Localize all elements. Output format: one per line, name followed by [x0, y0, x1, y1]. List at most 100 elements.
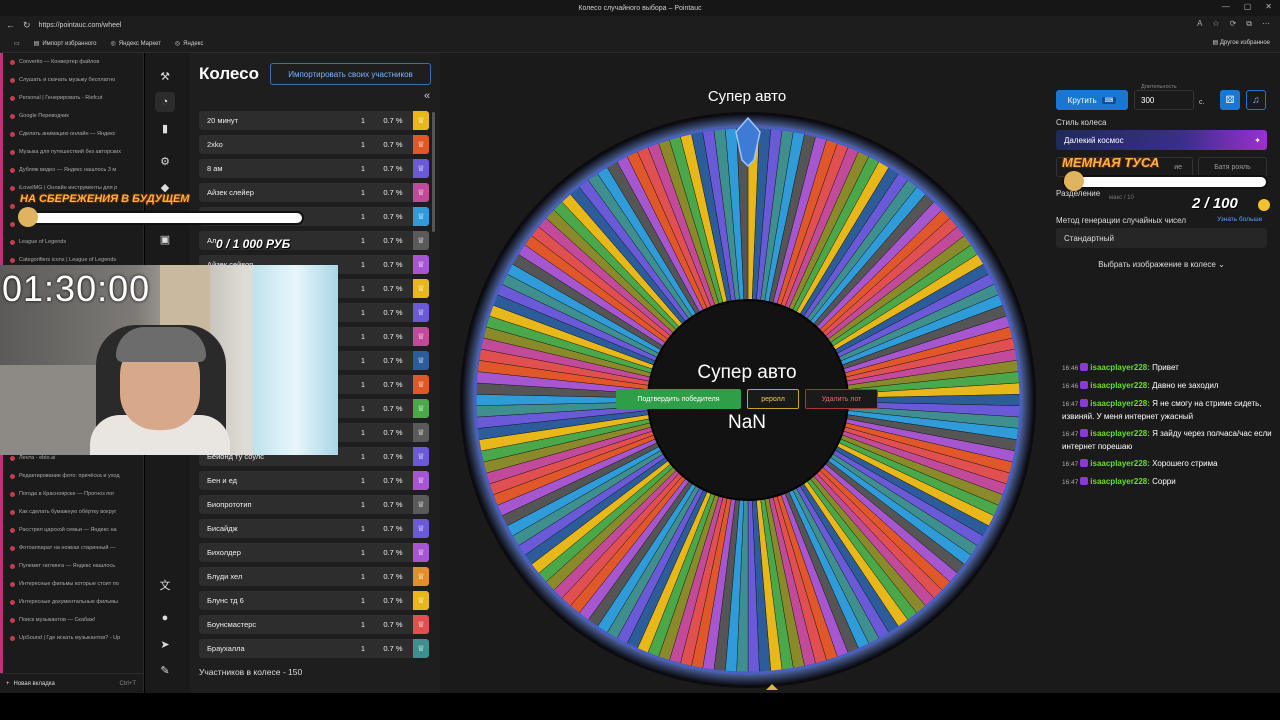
lot-menu-icon[interactable]: ♕: [413, 207, 429, 226]
lot-menu-icon[interactable]: ♕: [413, 423, 429, 442]
reload-icon[interactable]: ↻: [23, 20, 31, 31]
history-item[interactable]: Convertio — Конвертер файлов: [0, 53, 143, 71]
lot-menu-icon[interactable]: ♕: [413, 399, 429, 418]
edit-icon[interactable]: ✎: [155, 660, 175, 680]
read-icon[interactable]: A: [1197, 19, 1202, 29]
dice-icon[interactable]: ⚄: [1220, 90, 1240, 110]
lot-amount: 1: [360, 404, 366, 413]
auction-icon[interactable]: ⚒: [155, 66, 175, 86]
lot-row[interactable]: Браухалла 1 0.7 % ♕: [199, 639, 429, 658]
history-item[interactable]: Расстрел царской семьи — Яндекс на: [0, 521, 143, 539]
refresh-icon[interactable]: ⟳: [1230, 19, 1237, 29]
history-item[interactable]: Google Переводчик: [0, 107, 143, 125]
rng-select[interactable]: Стандартный: [1056, 228, 1267, 248]
history-item[interactable]: Сделать анимацию онлайн — Яндекс: [0, 125, 143, 143]
history-item[interactable]: UpSound | Где искать музыкантов? - Up: [0, 629, 143, 647]
stats-icon[interactable]: ▮: [155, 118, 175, 138]
lot-menu-icon[interactable]: ♕: [413, 543, 429, 562]
lot-menu-icon[interactable]: ♕: [413, 279, 429, 298]
telegram-icon[interactable]: ➤: [155, 634, 175, 654]
history-item[interactable]: Интересные фильмы которые стоит по: [0, 575, 143, 593]
lot-menu-icon[interactable]: ♕: [413, 351, 429, 370]
lot-percent: 0.7 %: [383, 572, 403, 581]
lot-menu-icon[interactable]: ♕: [413, 567, 429, 586]
wheel-style-select[interactable]: Далекий космос ✦: [1056, 130, 1267, 150]
history-item[interactable]: Фотоаппарат на ножках старинный —: [0, 539, 143, 557]
lot-row[interactable]: Бисайдж 1 0.7 % ♕: [199, 519, 429, 538]
lot-menu-icon[interactable]: ♕: [413, 447, 429, 466]
minimize-icon[interactable]: —: [1222, 2, 1230, 11]
badge-icon: [1080, 363, 1089, 371]
confirm-winner-button[interactable]: Подтвердить победителя: [616, 389, 741, 409]
history-item[interactable]: League of Legends: [0, 233, 143, 251]
lot-menu-icon[interactable]: ♕: [413, 327, 429, 346]
duration-input[interactable]: 300: [1134, 90, 1194, 110]
lot-row[interactable]: Бихолдер 1 0.7 % ♕: [199, 543, 429, 562]
lot-row[interactable]: Блунс тд 6 1 0.7 % ♕: [199, 591, 429, 610]
collapse-icon[interactable]: «: [424, 90, 430, 102]
wheel-image-select[interactable]: Выбрать изображение в колесе ⌄: [1056, 260, 1267, 269]
close-icon[interactable]: ✕: [1265, 2, 1272, 11]
history-item[interactable]: Как сделать бумажную обёртку вокруг: [0, 503, 143, 521]
lot-menu-icon[interactable]: ♕: [413, 375, 429, 394]
lot-percent: 0.7 %: [383, 548, 403, 557]
delete-lot-button[interactable]: Удалить лот: [805, 389, 878, 409]
tablist-icon[interactable]: ▭: [14, 40, 20, 47]
history-item[interactable]: Пулемет гатлинга — Яндекс нашлось: [0, 557, 143, 575]
history-item[interactable]: Редактирование фото: причёска и уход: [0, 467, 143, 485]
lot-menu-icon[interactable]: ♕: [413, 159, 429, 178]
lot-row[interactable]: 2xko 1 0.7 % ♕: [199, 135, 429, 154]
extensions-icon[interactable]: ⧉: [1246, 19, 1252, 29]
music-icon[interactable]: ♫: [1246, 90, 1266, 110]
lot-row[interactable]: Бен и ед 1 0.7 % ♕: [199, 471, 429, 490]
history-item[interactable]: Интересные документальные фильмы: [0, 593, 143, 611]
back-icon[interactable]: ←: [6, 20, 15, 31]
bookmark-import[interactable]: ▤ Импорт избранного: [34, 40, 97, 48]
lot-menu-icon[interactable]: ♕: [413, 303, 429, 322]
github-icon[interactable]: ●: [155, 608, 175, 628]
lot-row[interactable]: Биопрототип 1 0.7 % ♕: [199, 495, 429, 514]
other-bookmarks[interactable]: ▤ Другое избранное: [1212, 39, 1270, 46]
history-item[interactable]: Поиск музыкантов — Скабаж!: [0, 611, 143, 629]
reroll-button[interactable]: реролл: [747, 389, 799, 409]
lot-menu-icon[interactable]: ♕: [413, 111, 429, 130]
lot-menu-icon[interactable]: ♕: [413, 615, 429, 634]
lot-row[interactable]: 8 ам 1 0.7 % ♕: [199, 159, 429, 178]
url-field[interactable]: https://pointauc.com/wheel: [39, 19, 1099, 33]
lot-menu-icon[interactable]: ♕: [413, 255, 429, 274]
rng-learn-more-link[interactable]: Узнать больше: [1217, 216, 1262, 223]
bookmark-yandex-market[interactable]: ◎ Яндекс Маркет: [110, 40, 161, 48]
wheel-icon[interactable]: ◔: [155, 92, 175, 112]
lot-row[interactable]: Блуди хел 1 0.7 % ♕: [199, 567, 429, 586]
translate-icon[interactable]: 文: [155, 575, 175, 595]
history-item[interactable]: Слушать и скачать музыку бесплатно: [0, 71, 143, 89]
lot-menu-icon[interactable]: ♕: [413, 471, 429, 490]
lot-menu-icon[interactable]: ♕: [413, 495, 429, 514]
new-tab-button[interactable]: + Новая вкладка Ctrl+T: [0, 673, 144, 693]
chat-overlay: 16:46 isaacplayer228: Привет 16:46 isaacpla…: [1062, 362, 1272, 494]
history-icon[interactable]: ▣: [155, 229, 175, 249]
lot-row[interactable]: 20 минут 1 0.7 % ♕: [199, 111, 429, 130]
lot-menu-icon[interactable]: ♕: [413, 135, 429, 154]
bookmark-yandex[interactable]: ◎ Яндекс: [175, 40, 203, 48]
globe-icon: ◎: [110, 41, 116, 47]
lot-amount: 1: [360, 140, 366, 149]
import-participants-button[interactable]: Импортировать своих участников: [270, 63, 431, 85]
history-item[interactable]: Музыка для путешествий без авторских: [0, 143, 143, 161]
lot-menu-icon[interactable]: ♕: [413, 183, 429, 202]
history-item[interactable]: Дубляж видео — Яндекс нашлось 3 м: [0, 161, 143, 179]
lot-percent: 0.7 %: [383, 236, 403, 245]
lot-row[interactable]: Боунсмастерс 1 0.7 % ♕: [199, 615, 429, 634]
history-item[interactable]: Погода в Красноярске — Прогноз пог: [0, 485, 143, 503]
favorite-icon[interactable]: ☆: [1212, 19, 1219, 29]
history-item[interactable]: Personal | Генерировать - Riefcut: [0, 89, 143, 107]
lots-scrollbar[interactable]: [432, 112, 435, 232]
lot-menu-icon[interactable]: ♕: [413, 231, 429, 250]
spin-button[interactable]: Крутить ⌨: [1056, 90, 1128, 110]
settings-icon[interactable]: ⋯: [1262, 19, 1270, 29]
maximize-icon[interactable]: ▢: [1244, 2, 1252, 11]
lot-menu-icon[interactable]: ♕: [413, 591, 429, 610]
lot-menu-icon[interactable]: ♕: [413, 519, 429, 538]
lot-menu-icon[interactable]: ♕: [413, 639, 429, 658]
gear-icon[interactable]: ⚙: [155, 151, 175, 171]
